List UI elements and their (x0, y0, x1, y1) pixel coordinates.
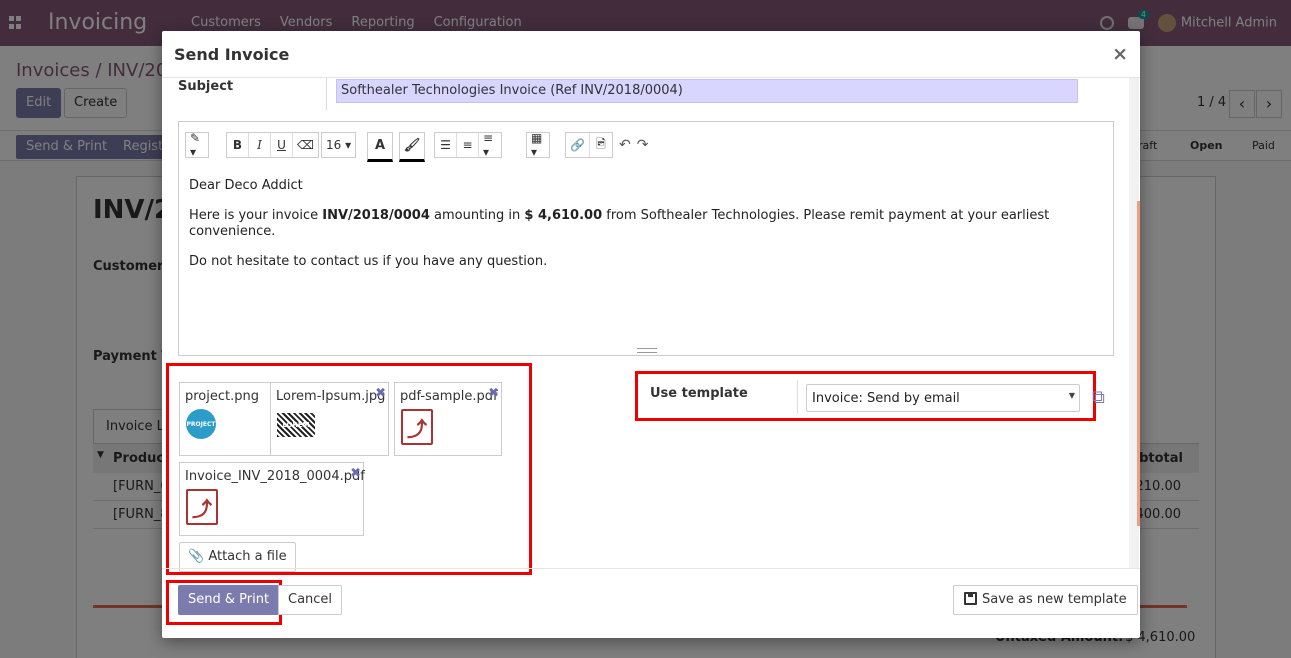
save-icon (964, 592, 977, 605)
font-size-value[interactable]: 16 ▾ (322, 133, 355, 157)
attachment-card[interactable]: pdf-sample.pdf ✖ ⤴ (394, 382, 502, 456)
contact-text: Do not hesitate to contact us if you hav… (189, 254, 548, 269)
history-group: ↶ ↷ (619, 132, 648, 158)
remove-icon[interactable]: ✖ (350, 466, 361, 481)
pdf-icon: ⤴ (186, 489, 218, 525)
invoice-amount: $ 4,610.00 (524, 208, 603, 223)
body-editor[interactable]: ✎ ▾ B I U ⌫ 16 ▾ A 🖌 ☰ ≡ ≡ ▾ ▦ ▾ 🔗 🖻 ↶ ↷… (178, 121, 1114, 356)
attach-file-label: Attach a file (208, 549, 287, 564)
modal-footer-divider (162, 568, 1140, 569)
link-icon[interactable]: 🔗 (566, 133, 590, 157)
image-icon[interactable]: 🖻 (590, 133, 612, 157)
attachment-card[interactable]: Lorem-Ipsum.jpg ✖ LOREM (270, 382, 389, 456)
underline-button[interactable]: U (271, 133, 293, 157)
template-highlight: Use template Invoice: Send by email ▼ (635, 371, 1096, 421)
project-icon: PROJECT (186, 409, 216, 439)
bold-button[interactable]: B (227, 133, 249, 157)
eraser-icon[interactable]: ⌫ (293, 133, 318, 157)
redo-icon[interactable]: ↷ (637, 137, 649, 153)
align-dropdown-icon[interactable]: ≡ ▾ (479, 131, 501, 159)
paperclip-icon: 📎 (188, 549, 205, 564)
save-template-button[interactable]: Save as new template (953, 585, 1138, 615)
remove-icon[interactable]: ✖ (488, 386, 499, 401)
attachment-name: Invoice_INV_2018_0004.pdf (185, 469, 365, 484)
divider (797, 380, 798, 414)
scrollbar-thumb[interactable] (1137, 201, 1140, 526)
magic-wand-icon[interactable]: ✎ ▾ (186, 131, 208, 159)
font-size-dropdown[interactable]: 16 ▾ (321, 132, 357, 158)
italic-button[interactable]: I (249, 133, 271, 157)
lorem-image: LOREM (277, 413, 315, 437)
external-link-icon[interactable]: ⧉ (1092, 387, 1110, 408)
list-group: ☰ ≡ ≡ ▾ (434, 131, 502, 159)
send-print-button[interactable]: Send & Print (178, 585, 280, 615)
table-icon[interactable]: ▦ ▾ (527, 131, 549, 159)
send-invoice-dialog: Send Invoice × Subject Softhealer Techno… (162, 31, 1140, 638)
template-select[interactable]: Invoice: Send by email ▼ (806, 384, 1080, 412)
save-template-label: Save as new template (982, 592, 1127, 607)
template-value: Invoice: Send by email (812, 391, 960, 406)
numbered-list-icon[interactable]: ≡ (457, 133, 479, 157)
attachment-name: pdf-sample.pdf (400, 389, 498, 404)
bullet-list-icon[interactable]: ☰ (435, 133, 457, 157)
resize-handle[interactable] (637, 348, 657, 353)
remove-icon[interactable]: ✖ (375, 386, 386, 401)
divider (326, 77, 327, 110)
paintbrush-icon[interactable]: 🖌 (399, 132, 425, 162)
style-dropdown[interactable]: ✎ ▾ (185, 131, 209, 159)
attachment-card[interactable]: Invoice_INV_2018_0004.pdf ✖ ⤴ (179, 462, 365, 536)
undo-icon[interactable]: ↶ (619, 137, 631, 153)
close-icon[interactable]: × (1112, 43, 1128, 65)
insert-group: 🔗 🖻 (565, 132, 613, 158)
editor-content[interactable]: Dear Deco Addict Here is your invoice IN… (189, 178, 1113, 284)
table-dropdown[interactable]: ▦ ▾ (526, 131, 550, 159)
greeting-text: Dear Deco Addict (189, 178, 303, 193)
attachment-name: project.png (185, 389, 259, 404)
subject-label: Subject (178, 79, 234, 94)
pdf-icon: ⤴ (401, 409, 433, 445)
modal-header: Send Invoice × (162, 31, 1140, 78)
subject-input[interactable]: Softhealer Technologies Invoice (Ref INV… (336, 79, 1078, 103)
text-color-button[interactable]: A (367, 132, 393, 162)
chevron-down-icon: ▼ (1068, 391, 1075, 400)
invoice-paragraph: Here is your invoice INV/2018/0004 amoun… (189, 208, 1050, 239)
attachment-name: Lorem-Ipsum.jpg (276, 389, 386, 404)
template-label: Use template (650, 386, 748, 401)
modal-title: Send Invoice (174, 45, 290, 64)
font-style-group: B I U ⌫ (226, 132, 319, 158)
cancel-button[interactable]: Cancel (278, 585, 343, 615)
invoice-ref: INV/2018/0004 (322, 208, 430, 223)
